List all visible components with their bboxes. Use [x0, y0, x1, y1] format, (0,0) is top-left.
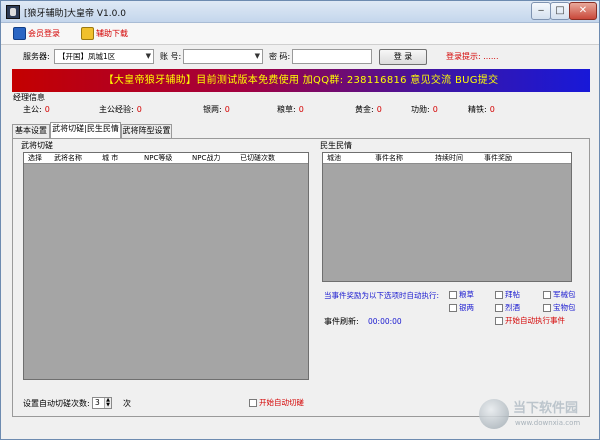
refresh-value: 00:00:00	[368, 317, 402, 326]
col-event-reward[interactable]: 事件奖励	[484, 153, 512, 164]
login-row: 服务器: 【开国】凤城1区 ▼ 账 号: ▼ 密 码: 登 录 登录提示: ..…	[9, 48, 593, 68]
option-silver-checkbox[interactable]	[449, 304, 457, 312]
option-silver-label[interactable]: 银两	[459, 303, 474, 313]
option-armory-checkbox[interactable]	[543, 291, 551, 299]
auto-count-label: 设置自动切磋次数:	[23, 399, 90, 408]
col-npc-level[interactable]: NPC等级	[144, 153, 172, 164]
account-label: 账 号:	[160, 52, 182, 61]
col-select[interactable]: 选择	[28, 153, 42, 164]
option-liquor-label[interactable]: 烈酒	[505, 303, 520, 313]
livelihood-table-header: 城池 事件名称 持续时间 事件奖励	[323, 153, 571, 164]
spin-down-icon[interactable]: ▼	[106, 402, 110, 408]
app-icon	[6, 5, 20, 19]
server-value: 【开国】凤城1区	[58, 52, 116, 61]
option-invitation-label[interactable]: 拜帖	[505, 290, 520, 300]
auto-duel-checkbox[interactable]	[249, 399, 257, 407]
app-window: [狼牙辅助]大皇帝 V1.0.0 ‒ □ ✕ 会员登录 辅助下载 服务器: 【开…	[0, 0, 600, 440]
option-armory-label[interactable]: 军械包	[553, 290, 576, 300]
option-treasure-checkbox[interactable]	[543, 304, 551, 312]
stat-lord: 主公: 0	[23, 105, 50, 114]
tab-panel: 武将切磋 选择 武将名称 城 市 NPC等级 NPC战力 已切磋次数 设置自动切…	[12, 138, 590, 417]
login-button[interactable]: 登 录	[379, 49, 427, 65]
stepper-arrows[interactable]: ▲ ▼	[104, 398, 111, 408]
livelihood-table[interactable]: 城池 事件名称 持续时间 事件奖励	[322, 152, 572, 282]
chevron-down-icon: ▼	[254, 52, 260, 60]
stat-silver: 银两: 0	[203, 105, 230, 114]
server-label: 服务器:	[23, 52, 50, 61]
window-title: [狼牙辅助]大皇帝 V1.0.0	[24, 9, 126, 19]
manager-info-title: 经理信息	[13, 93, 45, 102]
col-city[interactable]: 城池	[327, 153, 341, 164]
tab-duel-livelihood[interactable]: 武将切磋|民生民情	[50, 122, 121, 138]
stat-iron: 精铁: 0	[468, 105, 495, 114]
download-icon	[81, 27, 94, 40]
download-link[interactable]: 辅助下载	[81, 27, 128, 41]
stat-lord-exp: 主公经验: 0	[99, 105, 142, 114]
account-select[interactable]: ▼	[183, 49, 263, 64]
option-invitation-checkbox[interactable]	[495, 291, 503, 299]
stat-merit: 功勋: 0	[411, 105, 438, 114]
col-city[interactable]: 城 市	[102, 153, 118, 164]
auto-exec-label[interactable]: 开始自动执行事件	[505, 316, 565, 326]
auto-count-stepper[interactable]: 3 ▲ ▼	[92, 397, 112, 409]
auto-count-value: 3	[95, 398, 100, 407]
option-grain-checkbox[interactable]	[449, 291, 457, 299]
col-general-name[interactable]: 武将名称	[54, 153, 82, 164]
member-card-icon	[13, 27, 26, 40]
watermark-logo-icon	[479, 399, 509, 429]
password-label: 密 码:	[269, 52, 291, 61]
member-login-link[interactable]: 会员登录	[13, 27, 60, 41]
option-grain-label[interactable]: 粮草	[459, 290, 474, 300]
minimize-button[interactable]: ‒	[531, 2, 551, 20]
download-label: 辅助下载	[96, 29, 128, 38]
title-bar[interactable]: [狼牙辅助]大皇帝 V1.0.0 ‒ □ ✕	[1, 1, 599, 23]
duel-table[interactable]: 选择 武将名称 城 市 NPC等级 NPC战力 已切磋次数	[23, 152, 309, 380]
livelihood-group-title: 民生民情	[320, 141, 352, 150]
top-menu: 会员登录 辅助下载	[1, 23, 599, 45]
stat-gold: 黄金: 0	[355, 105, 382, 114]
maximize-button[interactable]: □	[550, 2, 570, 20]
watermark: 当下软件园 www.downxia.com	[479, 399, 597, 437]
watermark-url: www.downxia.com	[515, 419, 581, 427]
duel-table-header: 选择 武将名称 城 市 NPC等级 NPC战力 已切磋次数	[24, 153, 308, 164]
password-field[interactable]	[292, 49, 372, 64]
tab-formation-settings[interactable]: 武将阵型设置	[121, 124, 172, 138]
col-event-name[interactable]: 事件名称	[375, 153, 403, 164]
tab-basic-settings[interactable]: 基本设置	[12, 124, 50, 138]
announcement-banner: 【大皇帝狼牙辅助】目前测试版本免费使用 加QQ群: 238116816 意见交流…	[12, 69, 590, 92]
auto-duel-label[interactable]: 开始自动切磋	[259, 398, 304, 408]
auto-exec-checkbox[interactable]	[495, 317, 503, 325]
col-npc-power[interactable]: NPC战力	[192, 153, 220, 164]
option-treasure-label[interactable]: 宝物包	[553, 303, 576, 313]
auto-count-unit: 次	[123, 399, 131, 408]
watermark-text: 当下软件园	[513, 401, 579, 416]
chevron-down-icon: ▼	[145, 52, 151, 60]
stat-grain: 粮草: 0	[277, 105, 304, 114]
option-liquor-checkbox[interactable]	[495, 304, 503, 312]
duel-group-title: 武将切磋	[21, 141, 53, 150]
col-duration[interactable]: 持续时间	[435, 153, 463, 164]
server-select[interactable]: 【开国】凤城1区 ▼	[54, 49, 154, 64]
member-login-label: 会员登录	[28, 29, 60, 38]
reward-hint: 当事件奖励为以下选项时自动执行:	[324, 291, 440, 300]
col-duel-count[interactable]: 已切磋次数	[240, 153, 275, 164]
banner-text: 【大皇帝狼牙辅助】目前测试版本免费使用 加QQ群: 238116816 意见交流…	[103, 75, 499, 86]
close-button[interactable]: ✕	[569, 2, 597, 20]
refresh-label: 事件刷新:	[324, 317, 359, 326]
login-hint: 登录提示: ......	[446, 52, 499, 61]
